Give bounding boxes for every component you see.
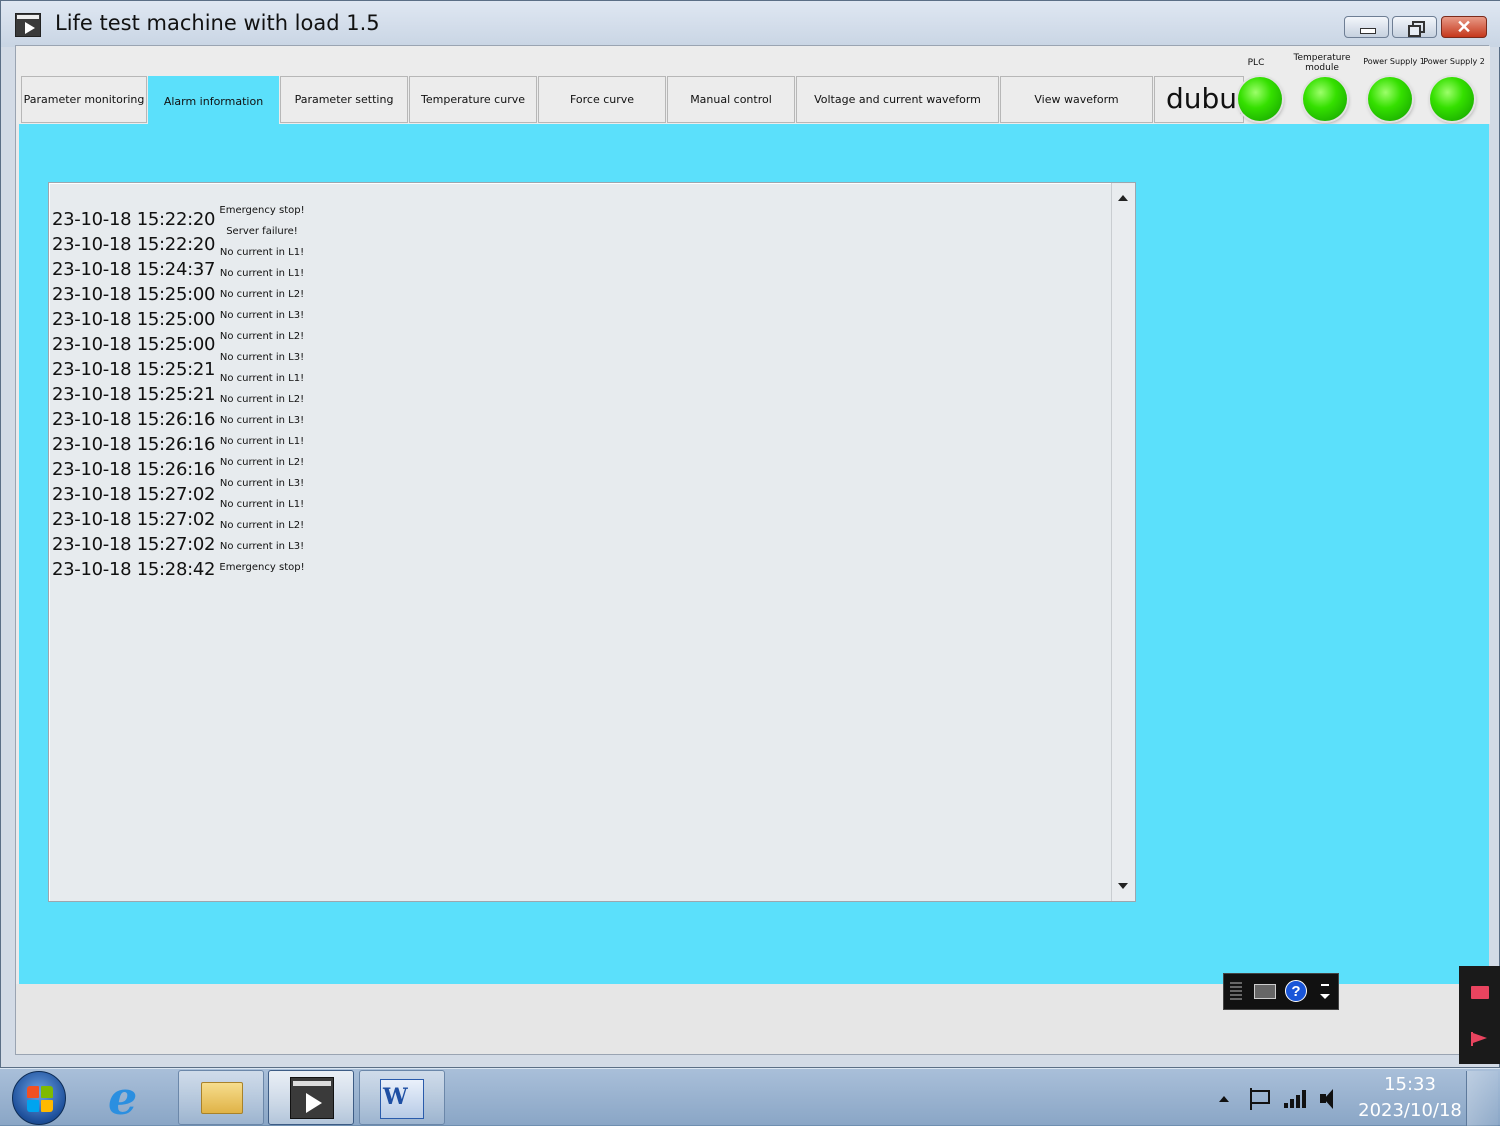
alarm-time: 23-10-18 15:27:02 bbox=[52, 509, 216, 530]
client-area: Parameter monitoring Alarm information P… bbox=[15, 45, 1490, 1055]
alarm-message: No current in L2! bbox=[219, 520, 305, 531]
alarm-message: No current in L3! bbox=[219, 478, 305, 489]
taskbar: e W 15:33 2023/10/18 bbox=[0, 1068, 1500, 1126]
alarm-message: No current in L3! bbox=[219, 415, 305, 426]
tab-force-curve[interactable]: Force curve bbox=[538, 76, 666, 123]
help-icon[interactable]: ? bbox=[1285, 980, 1307, 1002]
alarm-message: No current in L1! bbox=[219, 436, 305, 447]
list-item: No current in L2! bbox=[52, 520, 452, 609]
show-hidden-icons-icon[interactable] bbox=[1219, 1096, 1229, 1102]
power-supply-1-label: Power Supply 1 bbox=[1363, 57, 1425, 66]
vertical-scrollbar[interactable] bbox=[1111, 183, 1135, 901]
alarm-time: 23-10-18 15:28:42 bbox=[52, 559, 216, 580]
alarm-time: 23-10-18 15:24:37 bbox=[52, 259, 216, 280]
alarm-time: 23-10-18 15:26:16 bbox=[52, 434, 216, 455]
internet-explorer-icon[interactable]: e bbox=[104, 1071, 158, 1125]
alarm-time: 23-10-18 15:22:20 bbox=[52, 234, 216, 255]
window-title: Life test machine with load 1.5 bbox=[55, 11, 380, 35]
power-supply-1-status-led bbox=[1368, 77, 1412, 121]
scroll-down-icon[interactable] bbox=[1118, 883, 1128, 889]
power-supply-2-status-led bbox=[1430, 77, 1474, 121]
alarm-time: 23-10-18 15:25:00 bbox=[52, 284, 216, 305]
alarm-time: 23-10-18 15:25:21 bbox=[52, 384, 216, 405]
word-icon: W bbox=[380, 1079, 424, 1119]
volume-icon[interactable] bbox=[1320, 1088, 1346, 1110]
life-test-app-icon bbox=[290, 1077, 334, 1119]
temperature-module-status-led bbox=[1303, 77, 1347, 121]
alarm-time: 23-10-18 15:22:20 bbox=[52, 209, 216, 230]
alarm-list-box[interactable]: 23-10-18 15:22:20 Emergency stop! 23-10-1… bbox=[48, 182, 1136, 902]
alarm-time: 23-10-18 15:26:16 bbox=[52, 409, 216, 430]
restore-button[interactable] bbox=[1392, 16, 1437, 38]
close-button[interactable]: ✕ bbox=[1441, 16, 1487, 38]
minimize-button[interactable] bbox=[1344, 16, 1389, 38]
tab-voltage-current-waveform[interactable]: Voltage and current waveform bbox=[796, 76, 999, 123]
alarm-message: No current in L1! bbox=[219, 247, 305, 258]
plc-label: PLC bbox=[1247, 58, 1265, 68]
alarm-time: 23-10-18 15:25:21 bbox=[52, 359, 216, 380]
alarm-message: No current in L3! bbox=[219, 310, 305, 321]
app-window: Life test machine with load 1.5 ✕ Parame… bbox=[0, 0, 1500, 1068]
alarm-time: 23-10-18 15:25:00 bbox=[52, 309, 216, 330]
network-signal-icon[interactable] bbox=[1284, 1088, 1310, 1108]
side-toolbar bbox=[1459, 966, 1500, 1064]
alarm-message: No current in L3! bbox=[219, 541, 305, 552]
file-explorer-icon bbox=[201, 1082, 243, 1114]
life-test-app-button[interactable] bbox=[268, 1070, 354, 1125]
clock-time[interactable]: 15:33 bbox=[1360, 1074, 1460, 1095]
drag-handle-icon[interactable] bbox=[1230, 982, 1242, 1002]
power-supply-2-label: Power Supply 2 bbox=[1423, 57, 1485, 66]
alarm-message: No current in L1! bbox=[219, 499, 305, 510]
clock-date[interactable]: 2023/10/18 bbox=[1356, 1100, 1464, 1121]
alarm-message: No current in L1! bbox=[219, 268, 305, 279]
folder-icon[interactable] bbox=[1471, 986, 1489, 999]
alarm-time: 23-10-18 15:27:02 bbox=[52, 484, 216, 505]
tab-bar: Parameter monitoring Alarm information P… bbox=[16, 46, 1490, 126]
close-icon: ✕ bbox=[1456, 17, 1472, 37]
ie-glyph: e bbox=[108, 1071, 138, 1125]
alarm-message: Emergency stop! bbox=[219, 205, 305, 216]
tab-temperature-curve[interactable]: Temperature curve bbox=[409, 76, 537, 123]
alarm-list: 23-10-18 15:22:20 Emergency stop! 23-10-1… bbox=[52, 205, 452, 659]
tab-manual-control[interactable]: Manual control bbox=[667, 76, 795, 123]
title-bar[interactable]: Life test machine with load 1.5 ✕ bbox=[1, 1, 1500, 47]
action-center-flag-icon[interactable] bbox=[1250, 1088, 1272, 1110]
flag-icon[interactable] bbox=[1471, 1032, 1489, 1046]
tab-parameter-setting[interactable]: Parameter setting bbox=[280, 76, 408, 123]
scroll-up-icon[interactable] bbox=[1118, 195, 1128, 201]
list-item: Emergency stop! bbox=[52, 562, 452, 659]
alarm-message: Server failure! bbox=[226, 226, 298, 237]
temperature-module-label: Temperature module bbox=[1293, 53, 1351, 73]
ime-toolbar[interactable]: ? bbox=[1223, 973, 1339, 1010]
alarm-time: 23-10-18 15:26:16 bbox=[52, 459, 216, 480]
word-button[interactable]: W bbox=[359, 1070, 445, 1125]
tab-parameter-monitoring[interactable]: Parameter monitoring bbox=[21, 76, 147, 123]
menu-arrow-icon[interactable] bbox=[1320, 982, 1330, 1002]
file-explorer-button[interactable] bbox=[178, 1070, 264, 1125]
alarm-information-page: 23-10-18 15:22:20 Emergency stop! 23-10-1… bbox=[19, 124, 1489, 984]
alarm-message: No current in L2! bbox=[219, 331, 305, 342]
alarm-message: No current in L2! bbox=[219, 289, 305, 300]
alarm-message: No current in L2! bbox=[219, 394, 305, 405]
plc-status-led bbox=[1238, 77, 1282, 121]
keyboard-icon[interactable] bbox=[1254, 984, 1276, 999]
tab-view-waveform[interactable]: View waveform bbox=[1000, 76, 1153, 123]
alarm-message: No current in L3! bbox=[219, 352, 305, 363]
alarm-message: No current in L1! bbox=[219, 373, 305, 384]
alarm-message: No current in L2! bbox=[219, 457, 305, 468]
alarm-time: 23-10-18 15:25:00 bbox=[52, 334, 216, 355]
alarm-message: Emergency stop! bbox=[219, 562, 305, 573]
word-glyph-letter: W bbox=[383, 1084, 408, 1110]
start-orb-icon[interactable] bbox=[12, 1071, 66, 1125]
show-desktop-button[interactable] bbox=[1466, 1071, 1498, 1126]
alarm-time: 23-10-18 15:27:02 bbox=[52, 534, 216, 555]
list-item: No current in L3! bbox=[52, 541, 452, 634]
tab-alarm-information[interactable]: Alarm information bbox=[148, 76, 279, 126]
media-play-icon bbox=[15, 13, 41, 37]
